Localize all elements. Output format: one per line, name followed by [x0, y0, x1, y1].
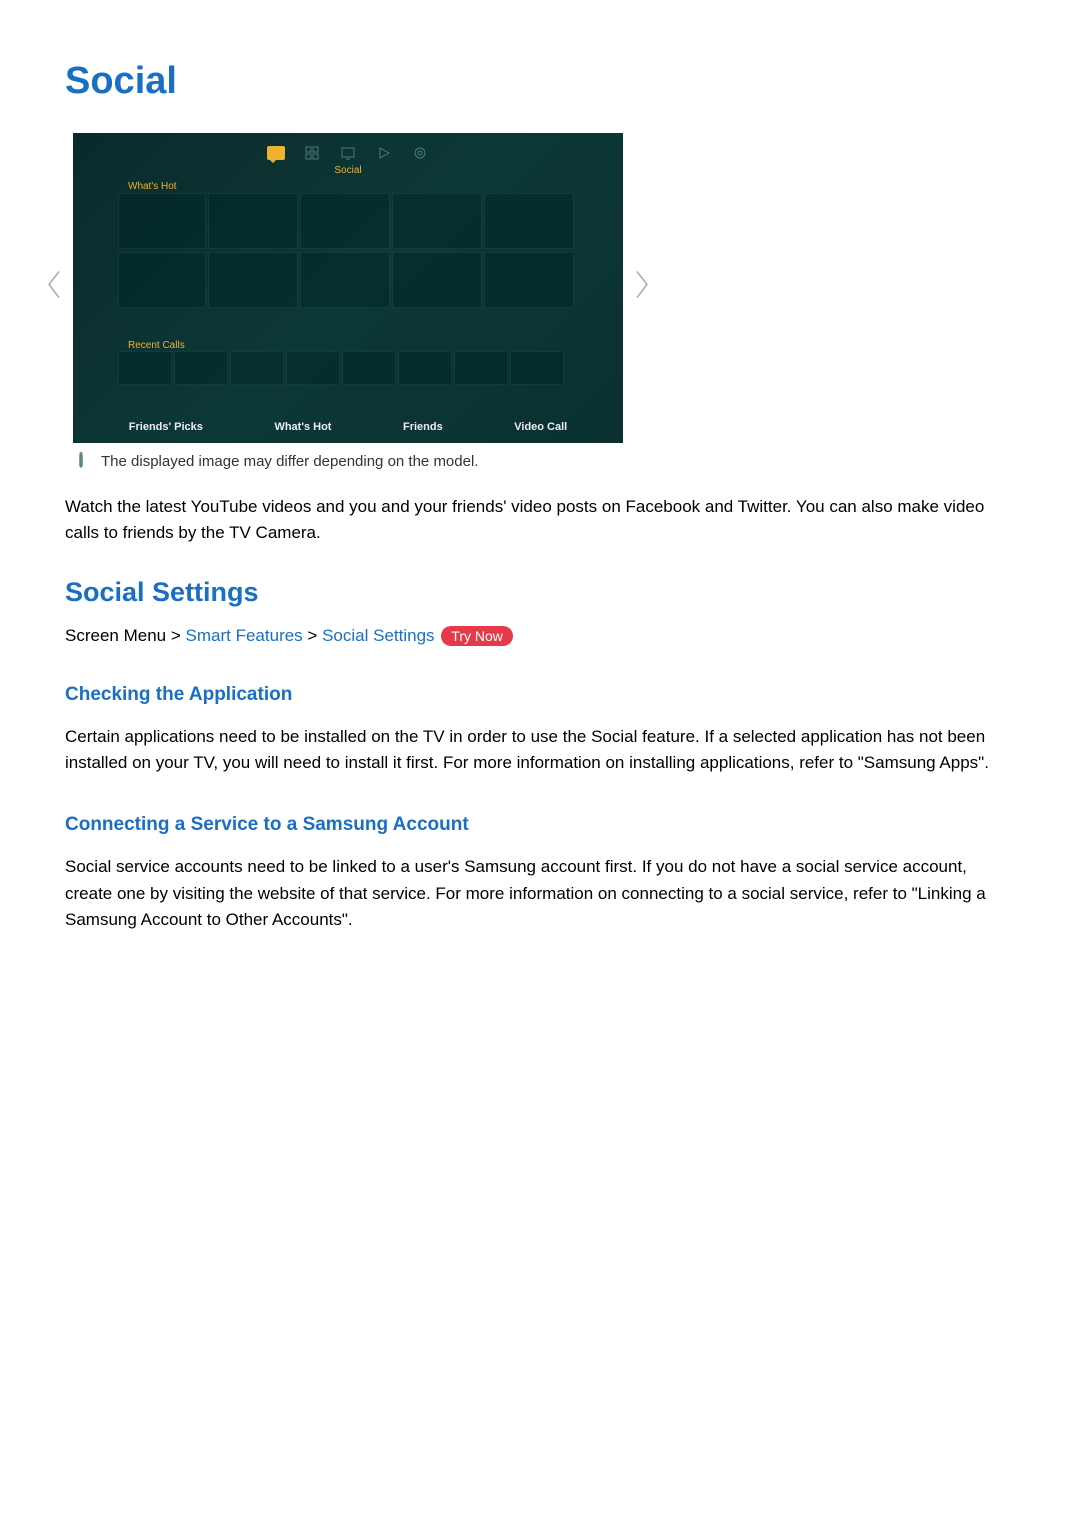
content-tile — [398, 351, 452, 385]
content-tile — [286, 351, 340, 385]
checking-paragraph: Certain applications need to be installe… — [65, 724, 1015, 777]
chevron-right-icon — [633, 270, 651, 307]
breadcrumb-item: Social Settings — [322, 626, 434, 645]
breadcrumb-sep: > — [307, 626, 317, 645]
bottom-tabs: Friends' Picks What's Hot Friends Video … — [73, 421, 623, 433]
play-nav-icon — [374, 143, 394, 163]
recent-calls-section-label: Recent Calls — [128, 340, 185, 351]
tab-whats-hot: What's Hot — [274, 421, 331, 433]
intro-paragraph: Watch the latest YouTube videos and you … — [65, 494, 1015, 547]
tv-top-nav — [266, 143, 430, 163]
connecting-paragraph: Social service accounts need to be linke… — [65, 854, 1015, 933]
note-text: The displayed image may differ depending… — [101, 453, 478, 470]
content-tile — [392, 193, 482, 249]
social-nav-icon — [266, 143, 286, 163]
content-tile — [484, 193, 574, 249]
breadcrumb-sep: > — [171, 626, 181, 645]
tile-row — [118, 252, 574, 308]
connecting-heading: Connecting a Service to a Samsung Accoun… — [65, 814, 1015, 836]
circle-nav-icon — [410, 143, 430, 163]
try-now-badge: Try Now — [441, 626, 513, 646]
breadcrumb-root: Screen Menu — [65, 626, 166, 645]
pencil-icon — [73, 451, 89, 472]
apps-nav-icon — [302, 143, 322, 163]
content-tile — [510, 351, 564, 385]
nav-active-label: Social — [334, 165, 361, 176]
tv-screenshot: Social What's Hot Recent Calls Friends' … — [73, 133, 623, 443]
content-tile — [174, 351, 228, 385]
breadcrumb-item: Smart Features — [186, 626, 303, 645]
content-tile — [118, 252, 206, 308]
content-tile — [208, 193, 298, 249]
page-title: Social — [65, 60, 1015, 103]
tab-friends: Friends — [403, 421, 443, 433]
note-line: The displayed image may differ depending… — [73, 451, 1015, 472]
content-tile — [342, 351, 396, 385]
tab-friends-picks: Friends' Picks — [129, 421, 203, 433]
chevron-left-icon — [45, 270, 63, 307]
content-tile — [300, 193, 390, 249]
content-tile — [208, 252, 298, 308]
content-tile — [392, 252, 482, 308]
content-tile — [230, 351, 284, 385]
checking-heading: Checking the Application — [65, 684, 1015, 706]
tile-row — [118, 193, 574, 249]
content-tile — [484, 252, 574, 308]
social-settings-heading: Social Settings — [65, 577, 1015, 608]
content-tile — [118, 193, 206, 249]
whats-hot-section-label: What's Hot — [128, 181, 177, 192]
tv-nav-icon — [338, 143, 358, 163]
content-tile — [118, 351, 172, 385]
tab-video-call: Video Call — [514, 421, 567, 433]
tile-row — [118, 351, 564, 385]
breadcrumb: Screen Menu > Smart Features > Social Se… — [65, 626, 1015, 646]
content-tile — [454, 351, 508, 385]
content-tile — [300, 252, 390, 308]
